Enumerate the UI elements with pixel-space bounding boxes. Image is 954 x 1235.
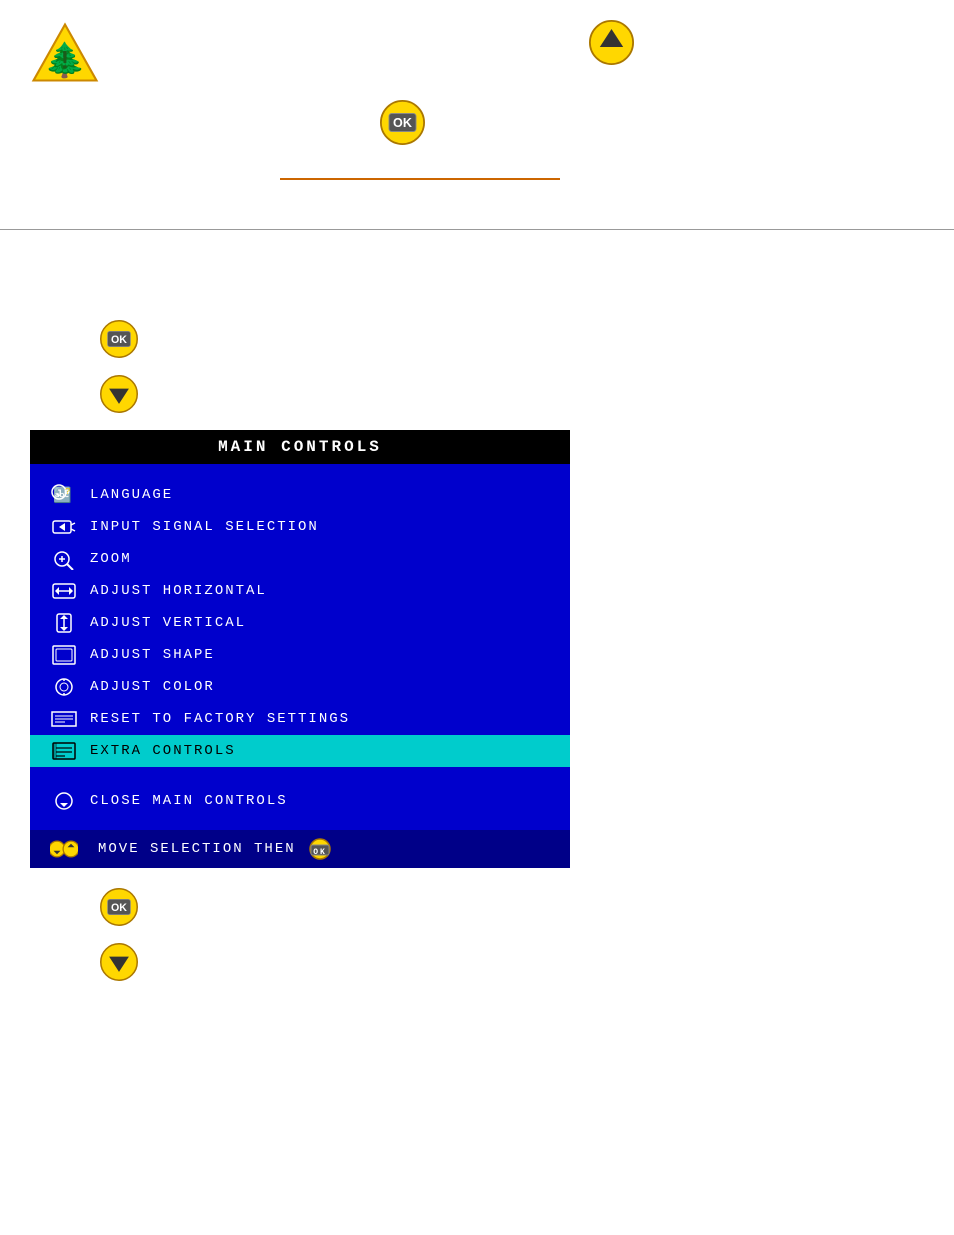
menu-item-color[interactable]: ADJUST COLOR <box>50 671 550 703</box>
menu-item-zoom[interactable]: ZOOM <box>50 543 550 575</box>
ok-button-top: OK <box>380 100 425 145</box>
warning-icon: 🌲 ! <box>30 20 100 90</box>
close-icon <box>50 790 78 812</box>
svg-text:OK: OK <box>111 334 127 346</box>
color-icon <box>50 676 78 698</box>
ok-button-mid: OK <box>100 320 138 358</box>
down-arrow-bottom <box>100 943 138 981</box>
middle-section: OK <box>0 230 954 430</box>
vertical-icon <box>50 612 78 634</box>
shape-icon <box>50 644 78 666</box>
horizontal-icon <box>50 580 78 602</box>
svg-text:OK: OK <box>313 848 327 857</box>
zoom-icon <box>50 548 78 570</box>
svg-text:OK: OK <box>393 116 412 130</box>
menu-item-input[interactable]: INPUT SIGNAL SELECTION <box>50 511 550 543</box>
underline-link <box>280 178 560 180</box>
menu-item-reset-label: RESET TO FACTORY SETTINGS <box>90 711 350 727</box>
menu-item-extra-label: EXTRA CONTROLS <box>90 743 236 759</box>
ok-button-bottom: OK <box>100 888 138 926</box>
ok-inline-icon: OK <box>304 838 336 860</box>
menu-item-shape[interactable]: ADJUST SHAPE <box>50 639 550 671</box>
bottom-bar: MOVE SELECTION THEN OK <box>30 830 570 868</box>
menu-item-shape-label: ADJUST SHAPE <box>90 647 215 663</box>
menu-body: ð 🔤 JP ? LANGUAGE INPUT SIGNAL SELEC <box>30 464 570 868</box>
close-row[interactable]: CLOSE MAIN CONTROLS <box>50 782 550 820</box>
main-controls-menu: MAIN CONTROLS ð 🔤 JP ? LANGUAGE <box>30 430 570 868</box>
input-icon <box>50 516 78 538</box>
menu-item-reset[interactable]: RESET TO FACTORY SETTINGS <box>50 703 550 735</box>
menu-item-language[interactable]: ð 🔤 JP ? LANGUAGE <box>50 479 550 511</box>
language-icon: ð 🔤 JP ? <box>50 484 78 506</box>
svg-text:OK: OK <box>111 902 127 914</box>
extra-icon <box>50 740 78 762</box>
menu-item-vertical[interactable]: ADJUST VERTICAL <box>50 607 550 639</box>
reset-icon <box>50 708 78 730</box>
menu-separator <box>50 767 550 782</box>
menu-item-horizontal[interactable]: ADJUST HORIZONTAL <box>50 575 550 607</box>
bottom-bar-label: MOVE SELECTION THEN <box>98 841 296 857</box>
svg-text:?: ? <box>65 487 72 497</box>
menu-title: MAIN CONTROLS <box>30 430 570 464</box>
svg-text:!: ! <box>61 47 69 75</box>
down-arrow-mid <box>100 375 138 413</box>
up-arrow-icon <box>589 20 634 65</box>
menu-item-vertical-label: ADJUST VERTICAL <box>90 615 246 631</box>
move-arrows-icon <box>50 838 78 860</box>
menu-item-extra[interactable]: EXTRA CONTROLS <box>30 735 570 767</box>
menu-item-language-label: LANGUAGE <box>90 487 173 503</box>
bottom-section: OK <box>0 868 954 988</box>
menu-item-color-label: ADJUST COLOR <box>90 679 215 695</box>
menu-item-input-label: INPUT SIGNAL SELECTION <box>90 519 319 535</box>
menu-item-zoom-label: ZOOM <box>90 551 132 567</box>
close-label: CLOSE MAIN CONTROLS <box>90 793 288 809</box>
menu-item-horizontal-label: ADJUST HORIZONTAL <box>90 583 267 599</box>
